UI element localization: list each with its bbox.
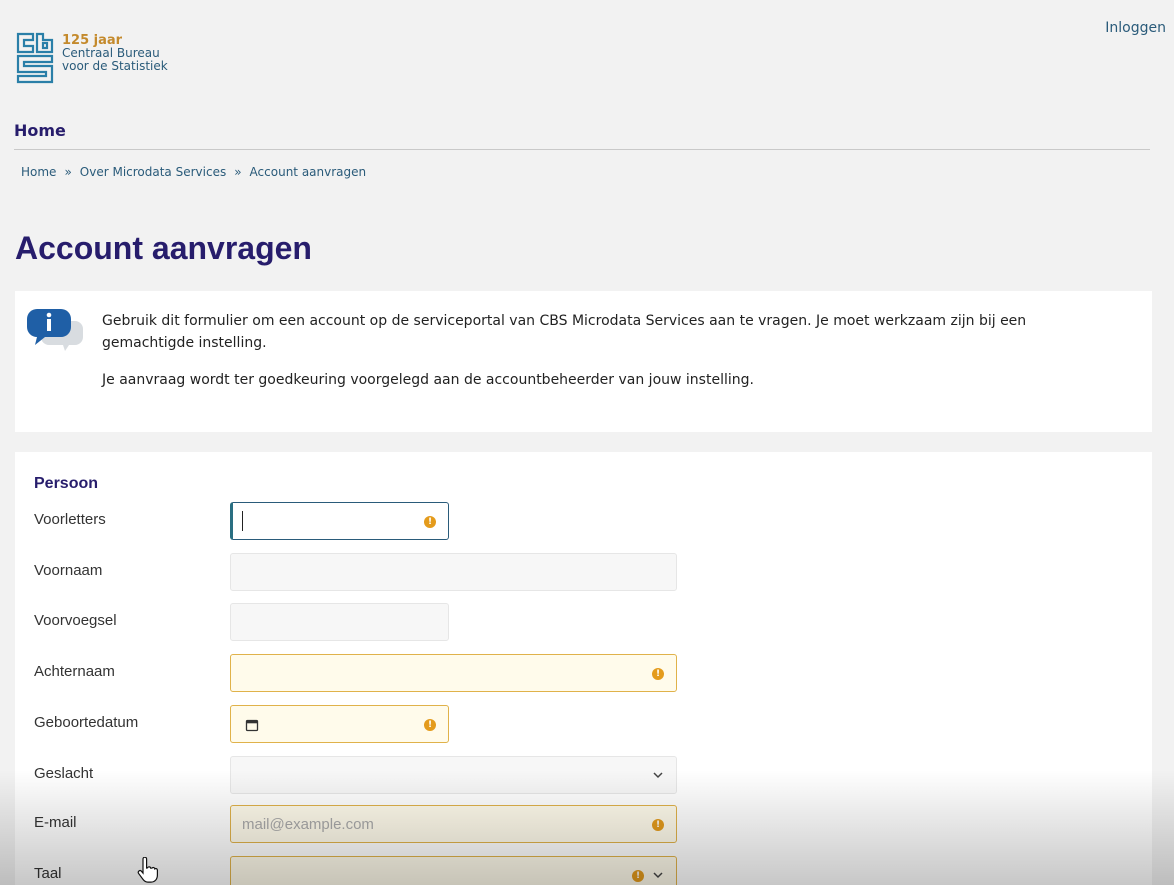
warning-icon: ! bbox=[632, 870, 644, 882]
geboortedatum-input[interactable]: ! bbox=[230, 705, 449, 743]
warning-icon: ! bbox=[652, 668, 664, 680]
logo-text: 125 jaar Centraal Bureau voor de Statist… bbox=[62, 34, 168, 73]
warning-icon: ! bbox=[424, 516, 436, 528]
voorletters-input[interactable]: ! bbox=[230, 502, 449, 540]
email-input[interactable]: mail@example.com ! bbox=[230, 805, 677, 843]
person-form: Persoon Voorletters ! Voornaam Voorvoegs… bbox=[15, 452, 1152, 885]
info-paragraph-2: Je aanvraag wordt ter goedkeuring voorge… bbox=[102, 372, 754, 388]
taal-select[interactable]: ! bbox=[230, 856, 677, 885]
info-paragraph-1: Gebruik dit formulier om een account op … bbox=[102, 313, 1027, 351]
nav-home-link[interactable]: Home bbox=[14, 121, 66, 140]
breadcrumb-home[interactable]: Home bbox=[21, 165, 56, 179]
login-link[interactable]: Inloggen bbox=[1105, 20, 1166, 36]
calendar-icon[interactable] bbox=[245, 718, 259, 732]
warning-icon: ! bbox=[424, 719, 436, 731]
cbs-logo-icon bbox=[16, 32, 54, 84]
label-voorvoegsel: Voorvoegsel bbox=[34, 612, 117, 629]
hand-cursor-icon bbox=[137, 857, 158, 883]
breadcrumb-separator: » bbox=[234, 165, 242, 179]
label-voornaam: Voornaam bbox=[34, 562, 103, 579]
email-placeholder: mail@example.com bbox=[242, 816, 374, 833]
page: Inloggen 125 jaar Centraal Bureau voor d… bbox=[0, 8, 1174, 885]
chevron-down-icon bbox=[653, 872, 663, 879]
nav-divider bbox=[14, 149, 1150, 150]
section-title-persoon: Persoon bbox=[34, 475, 99, 492]
achternaam-input[interactable]: ! bbox=[230, 654, 677, 692]
voorvoegsel-input[interactable] bbox=[230, 603, 449, 641]
text-caret bbox=[242, 511, 243, 531]
breadcrumb: Home » Over Microdata Services » Account… bbox=[21, 165, 366, 179]
label-email: E-mail bbox=[34, 814, 77, 831]
label-geslacht: Geslacht bbox=[34, 765, 94, 782]
logo-line-2: voor de Statistiek bbox=[62, 59, 168, 73]
info-text: Gebruik dit formulier om een account op … bbox=[102, 310, 1122, 391]
breadcrumb-over-microdata[interactable]: Over Microdata Services bbox=[80, 165, 226, 179]
warning-icon: ! bbox=[652, 819, 664, 831]
breadcrumb-current: Account aanvragen bbox=[249, 165, 367, 179]
geslacht-select[interactable] bbox=[230, 756, 677, 794]
voornaam-input[interactable] bbox=[230, 553, 677, 591]
label-achternaam: Achternaam bbox=[34, 663, 115, 680]
chevron-down-icon bbox=[653, 772, 663, 779]
info-box: Gebruik dit formulier om een account op … bbox=[15, 291, 1152, 432]
breadcrumb-separator: » bbox=[64, 165, 72, 179]
label-geboortedatum: Geboortedatum bbox=[34, 714, 139, 731]
page-title: Account aanvragen bbox=[15, 230, 312, 266]
label-taal: Taal bbox=[34, 865, 62, 882]
label-voorletters: Voorletters bbox=[34, 511, 106, 528]
info-chat-icon bbox=[27, 309, 83, 351]
cbs-logo[interactable]: 125 jaar Centraal Bureau voor de Statist… bbox=[16, 32, 168, 84]
